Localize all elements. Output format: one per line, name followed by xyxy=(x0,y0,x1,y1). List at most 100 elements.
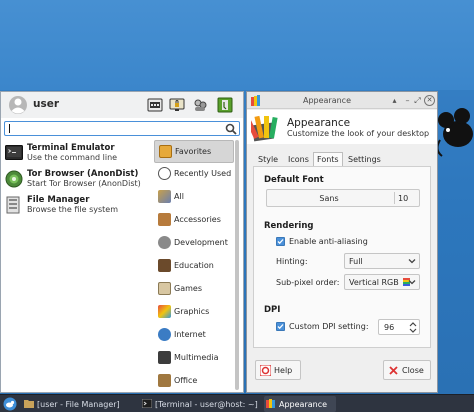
color-palette-icon xyxy=(251,115,278,142)
title-bar[interactable]: Appearance ▴ – ⤢ ✕ xyxy=(247,92,437,109)
category-all[interactable]: All xyxy=(154,186,234,209)
tor-browser-icon xyxy=(5,170,23,188)
category-label: Development xyxy=(174,238,228,247)
favorite-name: Tor Browser (AnonDist) xyxy=(27,169,139,179)
antialias-checkbox[interactable] xyxy=(276,237,285,246)
custom-dpi-checkbox[interactable] xyxy=(276,322,285,331)
education-icon xyxy=(158,259,171,272)
spin-down-icon[interactable] xyxy=(409,328,417,334)
log-out-button[interactable] xyxy=(217,97,233,113)
development-icon xyxy=(158,236,171,249)
task-label: [user - File Manager] xyxy=(37,400,120,409)
font-size: 10 xyxy=(398,194,409,203)
window-menu-button[interactable]: ▴ xyxy=(389,95,400,106)
category-label: Favorites xyxy=(175,147,212,156)
lock-screen-button[interactable] xyxy=(169,97,185,113)
folder-icon xyxy=(24,400,34,408)
font-separator xyxy=(394,192,395,204)
category-recently-used[interactable]: Recently Used xyxy=(154,163,234,186)
user-avatar-icon xyxy=(9,96,27,114)
fonts-panel: Default Font Sans 10 Rendering Enable an… xyxy=(253,166,431,348)
tab-style[interactable]: Style xyxy=(255,153,281,166)
category-multimedia[interactable]: Multimedia xyxy=(154,347,234,370)
close-button[interactable]: Close xyxy=(383,360,431,380)
search-input[interactable] xyxy=(4,121,240,136)
category-favorites[interactable]: Favorites xyxy=(154,140,234,163)
category-games[interactable]: Games xyxy=(154,278,234,301)
dialog-header: Appearance Customize the look of your de… xyxy=(247,110,437,144)
category-accessories[interactable]: Accessories xyxy=(154,209,234,232)
category-label: All xyxy=(174,192,184,201)
dpi-spinbutton[interactable]: 96 xyxy=(378,319,420,335)
help-button[interactable]: Help xyxy=(255,360,301,380)
window-title: Appearance xyxy=(302,96,352,105)
settings-manager-icon xyxy=(147,98,163,112)
favorites-icon xyxy=(159,145,172,158)
hinting-label: Hinting: xyxy=(276,257,308,266)
xfce-menu-icon[interactable] xyxy=(3,397,17,411)
close-window-button[interactable]: ✕ xyxy=(424,95,435,106)
task-terminal[interactable]: [Terminal - user@host: ~] xyxy=(140,396,262,412)
multimedia-icon xyxy=(158,351,171,364)
menu-header: user xyxy=(1,92,243,118)
category-list: Favorites Recently Used All Accessories … xyxy=(154,140,234,393)
font-chooser-button[interactable]: Sans 10 xyxy=(266,189,420,207)
help-label: Help xyxy=(274,366,293,375)
default-font-heading: Default Font xyxy=(264,175,324,185)
dpi-value: 96 xyxy=(384,323,395,332)
internet-icon xyxy=(158,328,171,341)
appearance-window: Appearance ▴ – ⤢ ✕ Appearance Customize … xyxy=(246,91,438,393)
category-scrollbar[interactable] xyxy=(235,140,239,390)
hinting-select[interactable]: Full xyxy=(344,253,420,269)
favorite-description: Browse the file system xyxy=(27,205,118,214)
category-office[interactable]: Office xyxy=(154,370,234,393)
category-label: Accessories xyxy=(174,215,221,224)
category-graphics[interactable]: Graphics xyxy=(154,301,234,324)
desktop-background xyxy=(0,0,474,90)
category-label: Games xyxy=(174,284,202,293)
taskbar: [user - File Manager] [Terminal - user@h… xyxy=(0,394,474,412)
category-education[interactable]: Education xyxy=(154,255,234,278)
dpi-heading: DPI xyxy=(264,305,281,315)
lock-screen-icon xyxy=(169,98,185,111)
favorite-terminal-emulator[interactable]: Terminal Emulator Use the command line xyxy=(3,142,151,166)
category-label: Multimedia xyxy=(174,353,219,362)
task-label: Appearance xyxy=(279,400,328,409)
favorite-file-manager[interactable]: File Manager Browse the file system xyxy=(3,194,151,218)
switch-user-button[interactable] xyxy=(192,97,208,113)
chevron-down-icon xyxy=(408,280,416,285)
favorite-description: Use the command line xyxy=(27,153,118,162)
appearance-icon xyxy=(251,95,260,106)
category-label: Internet xyxy=(174,330,206,339)
application-menu: user Terminal Emulator Use the command l… xyxy=(0,91,244,393)
category-development[interactable]: Development xyxy=(154,232,234,255)
favorite-name: File Manager xyxy=(27,195,90,205)
settings-manager-button[interactable] xyxy=(147,97,163,113)
tab-fonts[interactable]: Fonts xyxy=(313,152,343,167)
tab-settings[interactable]: Settings xyxy=(345,153,384,166)
switch-user-icon xyxy=(194,99,207,111)
font-name: Sans xyxy=(319,194,339,203)
category-label: Graphics xyxy=(174,307,210,316)
custom-dpi-label: Custom DPI setting: xyxy=(289,322,369,331)
task-appearance[interactable]: Appearance xyxy=(264,396,336,412)
text-caret xyxy=(9,124,10,133)
checkmark-icon xyxy=(277,324,284,330)
subpixel-value: Vertical RGB xyxy=(349,278,399,287)
terminal-icon xyxy=(142,399,152,408)
spin-up-icon[interactable] xyxy=(409,321,417,327)
terminal-icon xyxy=(5,145,23,160)
favorite-tor-browser[interactable]: Tor Browser (AnonDist) Start Tor Browser… xyxy=(3,168,151,192)
subpixel-select[interactable]: Vertical RGB xyxy=(344,274,420,290)
task-file-manager[interactable]: [user - File Manager] xyxy=(22,396,134,412)
close-icon xyxy=(389,366,398,375)
chevron-down-icon xyxy=(408,259,416,264)
dialog-subtitle: Customize the look of your desktop xyxy=(287,129,430,138)
maximize-button[interactable]: ⤢ xyxy=(412,95,423,106)
category-label: Recently Used xyxy=(174,169,232,178)
log-out-icon xyxy=(217,97,233,113)
tab-icons[interactable]: Icons xyxy=(285,153,312,166)
category-internet[interactable]: Internet xyxy=(154,324,234,347)
subpixel-label: Sub-pixel order: xyxy=(276,278,340,287)
games-icon xyxy=(158,282,171,295)
